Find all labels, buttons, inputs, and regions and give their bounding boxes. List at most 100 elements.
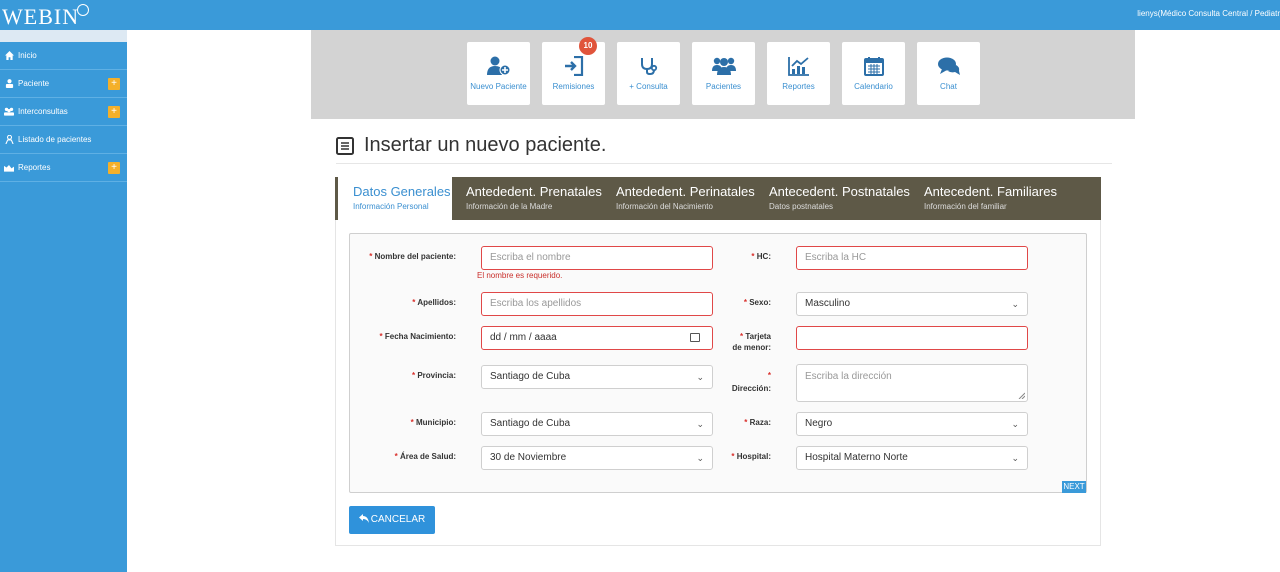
tool-label: + Consulta	[629, 82, 668, 91]
chat-button[interactable]: Chat	[917, 42, 980, 105]
reply-icon	[358, 514, 369, 523]
reportes-button[interactable]: Reportes	[767, 42, 830, 105]
calendario-button[interactable]: Calendario	[842, 42, 905, 105]
consulta-button[interactable]: + Consulta	[617, 42, 680, 105]
municipio-value: Santiago de Cuba	[490, 418, 571, 429]
sexo-select[interactable]: Masculino ⌄	[796, 292, 1028, 316]
app-logo[interactable]: WEBIN	[2, 4, 127, 30]
document-icon	[336, 136, 354, 155]
sidebar-item-interconsultas[interactable]: Interconsultas +	[0, 98, 127, 126]
area-value: 30 de Noviembre	[490, 452, 567, 463]
expand-plus-icon[interactable]: +	[108, 106, 120, 118]
tab-familiares[interactable]: Antecedent. Familiares Información del f…	[924, 177, 1074, 220]
add-user-icon	[467, 54, 530, 78]
tab-title: Antededent. Prenatales	[466, 184, 602, 199]
next-button[interactable]: NEXT	[1062, 481, 1086, 493]
resize-handle-icon[interactable]	[1018, 392, 1025, 399]
nombre-error: El nombre es requerido.	[477, 271, 563, 280]
user-info[interactable]: lienys(Médico Consulta Central / Pediatr	[1137, 9, 1280, 18]
apellidos-label-text: Apellidos:	[417, 298, 456, 307]
line-chart-icon	[767, 54, 830, 78]
apellidos-placeholder: Escriba los apellidos	[490, 298, 582, 309]
notification-badge: 10	[579, 37, 597, 55]
direccion-label: * Dirección:	[700, 369, 771, 395]
sidebar-item-paciente[interactable]: Paciente +	[0, 70, 127, 98]
tab-postnatales[interactable]: Antecedent. Postnatales Datos postnatale…	[769, 177, 919, 220]
fecha-label: * Fecha Nacimiento:	[350, 332, 457, 341]
tab-title: Antecedent. Postnatales	[769, 184, 910, 199]
area-label: * Área de Salud:	[350, 452, 456, 461]
page-title-text: Insertar un nuevo paciente.	[364, 134, 607, 156]
hospital-select[interactable]: Hospital Materno Norte ⌄	[796, 446, 1028, 470]
required-mark: *	[379, 332, 383, 341]
provincia-label: * Provincia:	[350, 371, 456, 380]
logo-strip	[0, 30, 127, 42]
patient-icon	[4, 79, 14, 89]
municipio-select[interactable]: Santiago de Cuba ⌄	[481, 412, 713, 436]
sidebar-item-listado[interactable]: Listado de pacientes	[0, 126, 127, 154]
apellidos-input[interactable]: Escriba los apellidos	[481, 292, 713, 316]
sexo-label-text: Sexo:	[749, 298, 771, 307]
fecha-input[interactable]: dd / mm / aaaa	[481, 326, 713, 350]
provincia-select[interactable]: Santiago de Cuba ⌄	[481, 365, 713, 389]
nombre-label: * Nombre del paciente:	[350, 252, 456, 261]
provincia-label-text: Provincia:	[417, 371, 456, 380]
required-mark: *	[412, 298, 416, 307]
tab-prenatales[interactable]: Antededent. Prenatales Información de la…	[466, 177, 614, 220]
raza-select[interactable]: Negro ⌄	[796, 412, 1028, 436]
required-mark: *	[744, 418, 748, 427]
raza-value: Negro	[805, 418, 833, 429]
apellidos-label: * Apellidos:	[350, 298, 456, 307]
direccion-textarea[interactable]: Escriba la dirección	[796, 364, 1028, 402]
calendar-icon	[842, 54, 905, 78]
nombre-input[interactable]: Escriba el nombre	[481, 246, 713, 270]
chevron-down-icon: ⌄	[1011, 453, 1019, 463]
expand-plus-icon[interactable]: +	[108, 162, 120, 174]
area-select[interactable]: 30 de Noviembre ⌄	[481, 446, 713, 470]
chat-icon	[917, 54, 980, 78]
tool-label: Chat	[940, 82, 957, 91]
sidebar-item-label: Inicio	[18, 51, 37, 60]
tab-datos-generales[interactable]: Datos Generales Información Personal	[335, 177, 452, 220]
tarjeta-input[interactable]	[796, 326, 1028, 350]
chevron-down-icon: ⌄	[1011, 299, 1019, 309]
chevron-down-icon: ⌄	[1011, 419, 1019, 429]
person-icon	[4, 135, 14, 145]
sexo-value: Masculino	[805, 298, 851, 309]
calendar-picker-icon[interactable]	[690, 333, 700, 342]
direccion-label-text: Dirección:	[731, 384, 771, 393]
page-title: Insertar un nuevo paciente.	[336, 134, 606, 157]
tab-subtitle: Datos postnatales	[769, 202, 834, 211]
sidebar-item-reportes[interactable]: Reportes +	[0, 154, 127, 182]
sexo-label: * Sexo:	[700, 298, 771, 307]
required-mark: *	[751, 252, 755, 261]
home-icon	[4, 51, 14, 61]
cancel-button[interactable]: CANCELAR	[349, 506, 435, 534]
pacientes-button[interactable]: Pacientes	[692, 42, 755, 105]
tool-label: Calendario	[854, 82, 893, 91]
tab-title: Antededent. Perinatales	[616, 184, 755, 199]
logo-text: WEBIN	[2, 4, 80, 29]
hospital-value: Hospital Materno Norte	[805, 452, 908, 463]
raza-label: * Raza:	[700, 418, 771, 427]
required-mark: *	[731, 452, 735, 461]
nombre-label-text: Nombre del paciente:	[374, 252, 456, 261]
tarjeta-label-line1: Tarjeta	[745, 332, 771, 341]
tab-title: Datos Generales	[353, 184, 451, 199]
nuevo-paciente-button[interactable]: Nuevo Paciente	[467, 42, 530, 105]
remisiones-button[interactable]: 10 Remisiones	[542, 37, 605, 105]
sidebar-item-inicio[interactable]: Inicio	[0, 42, 127, 70]
fecha-label-text: Fecha Nacimiento:	[384, 332, 456, 341]
required-mark: *	[410, 418, 414, 427]
provincia-value: Santiago de Cuba	[490, 371, 571, 382]
expand-plus-icon[interactable]: +	[108, 78, 120, 90]
tool-label: Reportes	[782, 82, 815, 91]
nombre-placeholder: Escriba el nombre	[490, 252, 571, 263]
tarjeta-label-line2: de menor:	[732, 343, 771, 352]
municipio-label-text: Municipio:	[416, 418, 456, 427]
hc-input[interactable]: Escriba la HC	[796, 246, 1028, 270]
cancel-label: CANCELAR	[370, 514, 426, 525]
required-mark: *	[767, 371, 771, 380]
hc-label-text: HC:	[756, 252, 771, 261]
tab-perinatales[interactable]: Antededent. Perinatales Información del …	[616, 177, 766, 220]
